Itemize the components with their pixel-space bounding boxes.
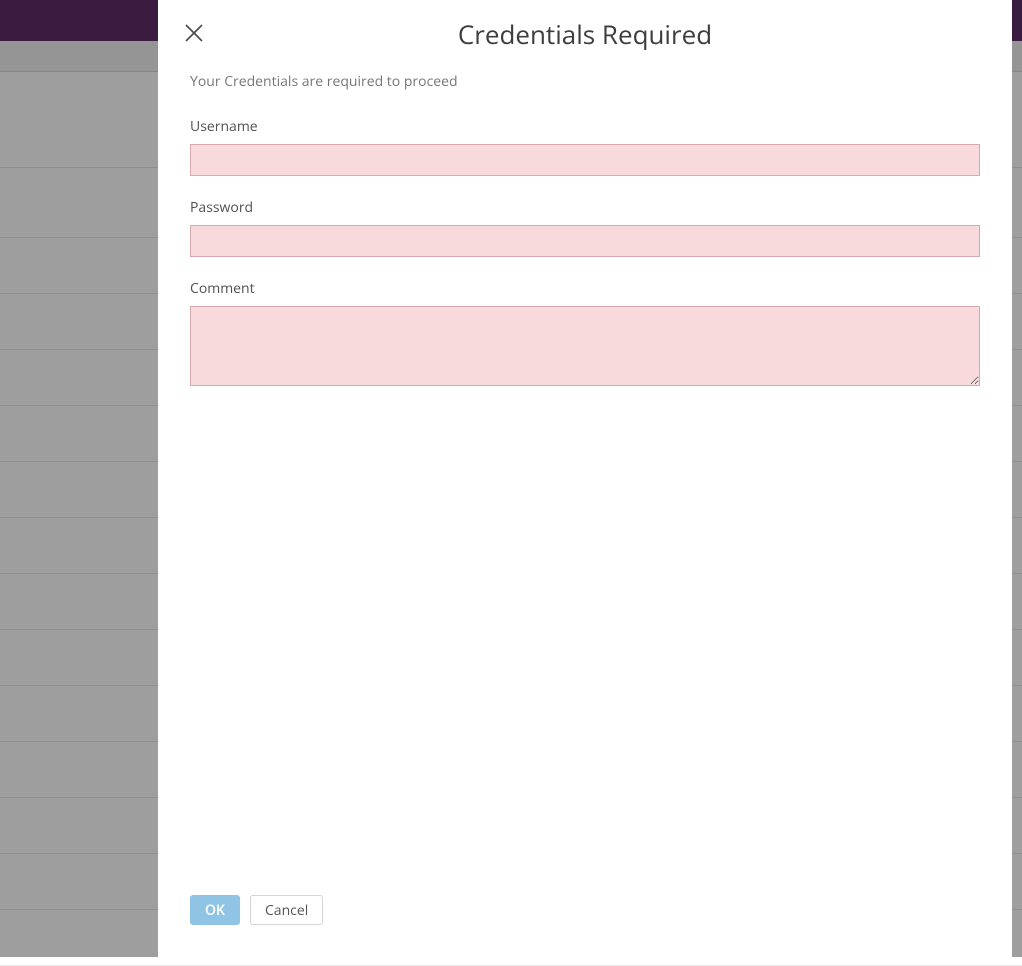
password-label: Password [190, 198, 980, 217]
close-button[interactable] [178, 17, 210, 49]
username-field-group: Username [190, 117, 980, 176]
ok-button[interactable]: OK [190, 895, 240, 925]
password-input[interactable] [190, 225, 980, 257]
dialog-footer: OK Cancel [190, 895, 980, 925]
username-input[interactable] [190, 144, 980, 176]
comment-label: Comment [190, 279, 980, 298]
username-label: Username [190, 117, 980, 136]
cancel-button[interactable]: Cancel [250, 895, 323, 925]
credentials-dialog: Credentials Required Your Credentials ar… [158, 0, 1012, 957]
dialog-title: Credentials Required [190, 0, 980, 72]
comment-field-group: Comment [190, 279, 980, 391]
dialog-subtitle: Your Credentials are required to proceed [190, 72, 980, 91]
close-icon [185, 24, 203, 42]
comment-input[interactable] [190, 306, 980, 386]
password-field-group: Password [190, 198, 980, 257]
